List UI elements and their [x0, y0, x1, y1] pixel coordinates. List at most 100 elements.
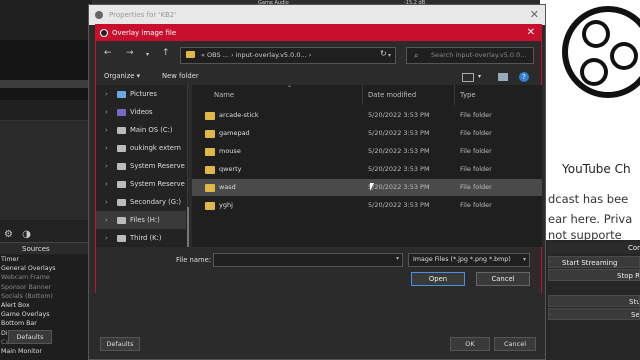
drive-icon — [117, 199, 126, 206]
search-input[interactable]: ⌕ Search input-overlay.v5.0.0... — [406, 47, 534, 64]
filter-icon[interactable]: ◑ — [22, 229, 31, 240]
nav-item-system-reserved[interactable]: › System Reserve — [96, 175, 186, 193]
chevron-right-icon[interactable]: › — [105, 103, 108, 121]
defaults-button[interactable]: Defaults — [100, 337, 140, 351]
nav-item-files[interactable]: › Files (H:) — [96, 211, 186, 229]
nav-item-label: System Reserve — [130, 180, 185, 188]
chevron-right-icon[interactable]: › — [105, 229, 108, 247]
nav-item-pictures[interactable]: › Pictures — [96, 85, 186, 103]
close-icon[interactable]: ✕ — [530, 5, 539, 25]
file-date: 5/20/2022 3:53 PM — [368, 111, 430, 119]
source-item[interactable]: General Overlays — [0, 264, 92, 273]
back-arrow-icon[interactable]: ← — [104, 48, 112, 58]
open-button[interactable]: Open — [411, 272, 465, 286]
up-arrow-icon[interactable]: ↑ — [162, 48, 170, 58]
source-item[interactable]: Sponsor Banner — [0, 283, 92, 292]
obs-mini-list — [0, 40, 92, 100]
defaults-button[interactable]: Defaults — [8, 330, 52, 344]
folder-icon — [205, 184, 215, 192]
table-row[interactable]: arcade-stick 5/20/2022 3:53 PM File fold… — [192, 107, 542, 124]
file-name: wasd — [219, 183, 236, 191]
obs-logo-icon — [562, 6, 640, 98]
cancel-button[interactable]: Cancel — [476, 272, 530, 286]
folder-icon — [205, 202, 215, 210]
source-item[interactable]: Timer — [0, 255, 92, 264]
table-row[interactable]: mouse 5/20/2022 3:53 PM File folder — [192, 143, 542, 160]
help-icon[interactable]: ? — [519, 72, 529, 82]
source-item[interactable]: Bottom Bar — [0, 319, 92, 328]
drive-icon — [117, 163, 126, 170]
column-separator[interactable] — [454, 85, 455, 105]
gear-icon[interactable]: ⚙ — [4, 229, 13, 240]
recent-chevron-icon[interactable]: ▾ — [146, 51, 149, 58]
file-name-row: File name: ▾ Image Files (*.jpg *.png *.… — [96, 247, 541, 293]
chevron-down-icon[interactable]: ▾ — [523, 254, 526, 266]
file-name: arcade-stick — [219, 111, 259, 119]
address-bar[interactable]: « OBS ... › input-overlay.v5.0.0... › ▾ — [180, 47, 396, 64]
ok-button[interactable]: OK — [450, 337, 490, 351]
nav-item-label: Files (H:) — [130, 216, 160, 224]
file-name-label: File name: — [176, 256, 212, 264]
file-name: yghj — [219, 201, 233, 209]
address-path: « OBS ... › input-overlay.v5.0.0... › — [201, 51, 312, 59]
source-item[interactable]: Socials (Bottom) — [0, 292, 92, 301]
toolbar: Organize ▾ New folder ▾ ? — [96, 69, 541, 85]
chevron-right-icon[interactable]: › — [105, 121, 108, 139]
chevron-right-icon[interactable]: › — [105, 157, 108, 175]
chevron-down-icon[interactable]: ▾ — [396, 255, 399, 262]
settings-button[interactable]: Se — [548, 308, 640, 320]
file-date: 5/20/2022 3:53 PM — [368, 201, 430, 209]
chevron-right-icon[interactable]: › — [105, 139, 108, 157]
close-icon[interactable]: ✕ — [527, 25, 535, 41]
table-row[interactable]: gamepad 5/20/2022 3:53 PM File folder — [192, 125, 542, 142]
column-date-header[interactable]: Date modified — [368, 91, 416, 99]
organize-button[interactable]: Organize ▾ — [104, 72, 140, 80]
chevron-right-icon[interactable]: › — [105, 211, 108, 229]
preview-pane-icon[interactable] — [498, 73, 508, 81]
studio-mode-button[interactable]: Stu — [548, 295, 640, 307]
new-folder-button[interactable]: New folder — [162, 72, 199, 80]
start-streaming-button[interactable]: Start Streaming — [548, 256, 640, 268]
nav-scrollbar[interactable] — [187, 207, 189, 247]
table-row[interactable]: qwerty 5/20/2022 3:53 PM File folder — [192, 161, 542, 178]
nav-item-label: oukingk extern — [130, 144, 181, 152]
file-name-input[interactable]: ▾ — [213, 253, 403, 267]
nav-item-label: Main OS (C:) — [130, 126, 173, 134]
chevron-down-icon[interactable]: ▾ — [478, 73, 481, 80]
nav-item-external-drive[interactable]: › oukingk extern — [96, 139, 186, 157]
source-item[interactable]: Alert Box — [0, 301, 92, 310]
nav-item-third[interactable]: › Third (K:) — [96, 229, 186, 247]
table-row[interactable]: yghj 5/20/2022 3:53 PM File folder — [192, 197, 542, 214]
view-icon[interactable] — [462, 73, 474, 82]
column-name-header[interactable]: Name — [214, 91, 234, 99]
chevron-down-icon[interactable]: ▾ — [388, 48, 391, 63]
obs-source-tools: ⚙ ◑ — [0, 222, 92, 242]
table-row-hovered[interactable]: wasd 5/20/2022 3:53 PM File folder — [192, 179, 542, 196]
screen: ⚙ ◑ Sources Timer General Overlays Webca… — [0, 0, 640, 360]
stop-recording-button[interactable]: Stop Re — [548, 269, 640, 281]
source-item[interactable]: Webcam Frame — [0, 273, 92, 282]
obs-app-icon — [95, 11, 103, 19]
chevron-right-icon[interactable]: › — [105, 193, 108, 211]
pictures-icon — [117, 91, 126, 98]
chevron-right-icon[interactable]: › — [105, 85, 108, 103]
navigation-bar: ← → ▾ ↑ « OBS ... › input-overlay.v5.0.0… — [96, 41, 541, 69]
column-separator[interactable] — [362, 85, 363, 105]
file-type-filter-select[interactable]: Image Files (*.jpg *.png *.bmp) ▾ — [408, 253, 530, 267]
column-type-header[interactable]: Type — [460, 91, 476, 99]
cancel-button[interactable]: Cancel — [494, 337, 536, 351]
nav-item-videos[interactable]: › Videos — [96, 103, 186, 121]
mini-list-item-selected — [0, 80, 92, 88]
source-item[interactable]: Game Overlays — [0, 310, 92, 319]
forward-arrow-icon[interactable]: → — [126, 48, 134, 58]
mini-list-item — [0, 56, 92, 64]
mini-list-item — [0, 72, 92, 80]
obs-app-icon — [100, 29, 108, 37]
search-icon: ⌕ — [414, 51, 419, 60]
source-item[interactable]: Main Monitor — [0, 347, 92, 356]
nav-item-secondary[interactable]: › Secondary (G:) — [96, 193, 186, 211]
nav-item-system-reserved[interactable]: › System Reserve — [96, 157, 186, 175]
chevron-right-icon[interactable]: › — [105, 175, 108, 193]
nav-item-main-os[interactable]: › Main OS (C:) — [96, 121, 186, 139]
refresh-icon[interactable]: ↻ — [380, 49, 387, 58]
